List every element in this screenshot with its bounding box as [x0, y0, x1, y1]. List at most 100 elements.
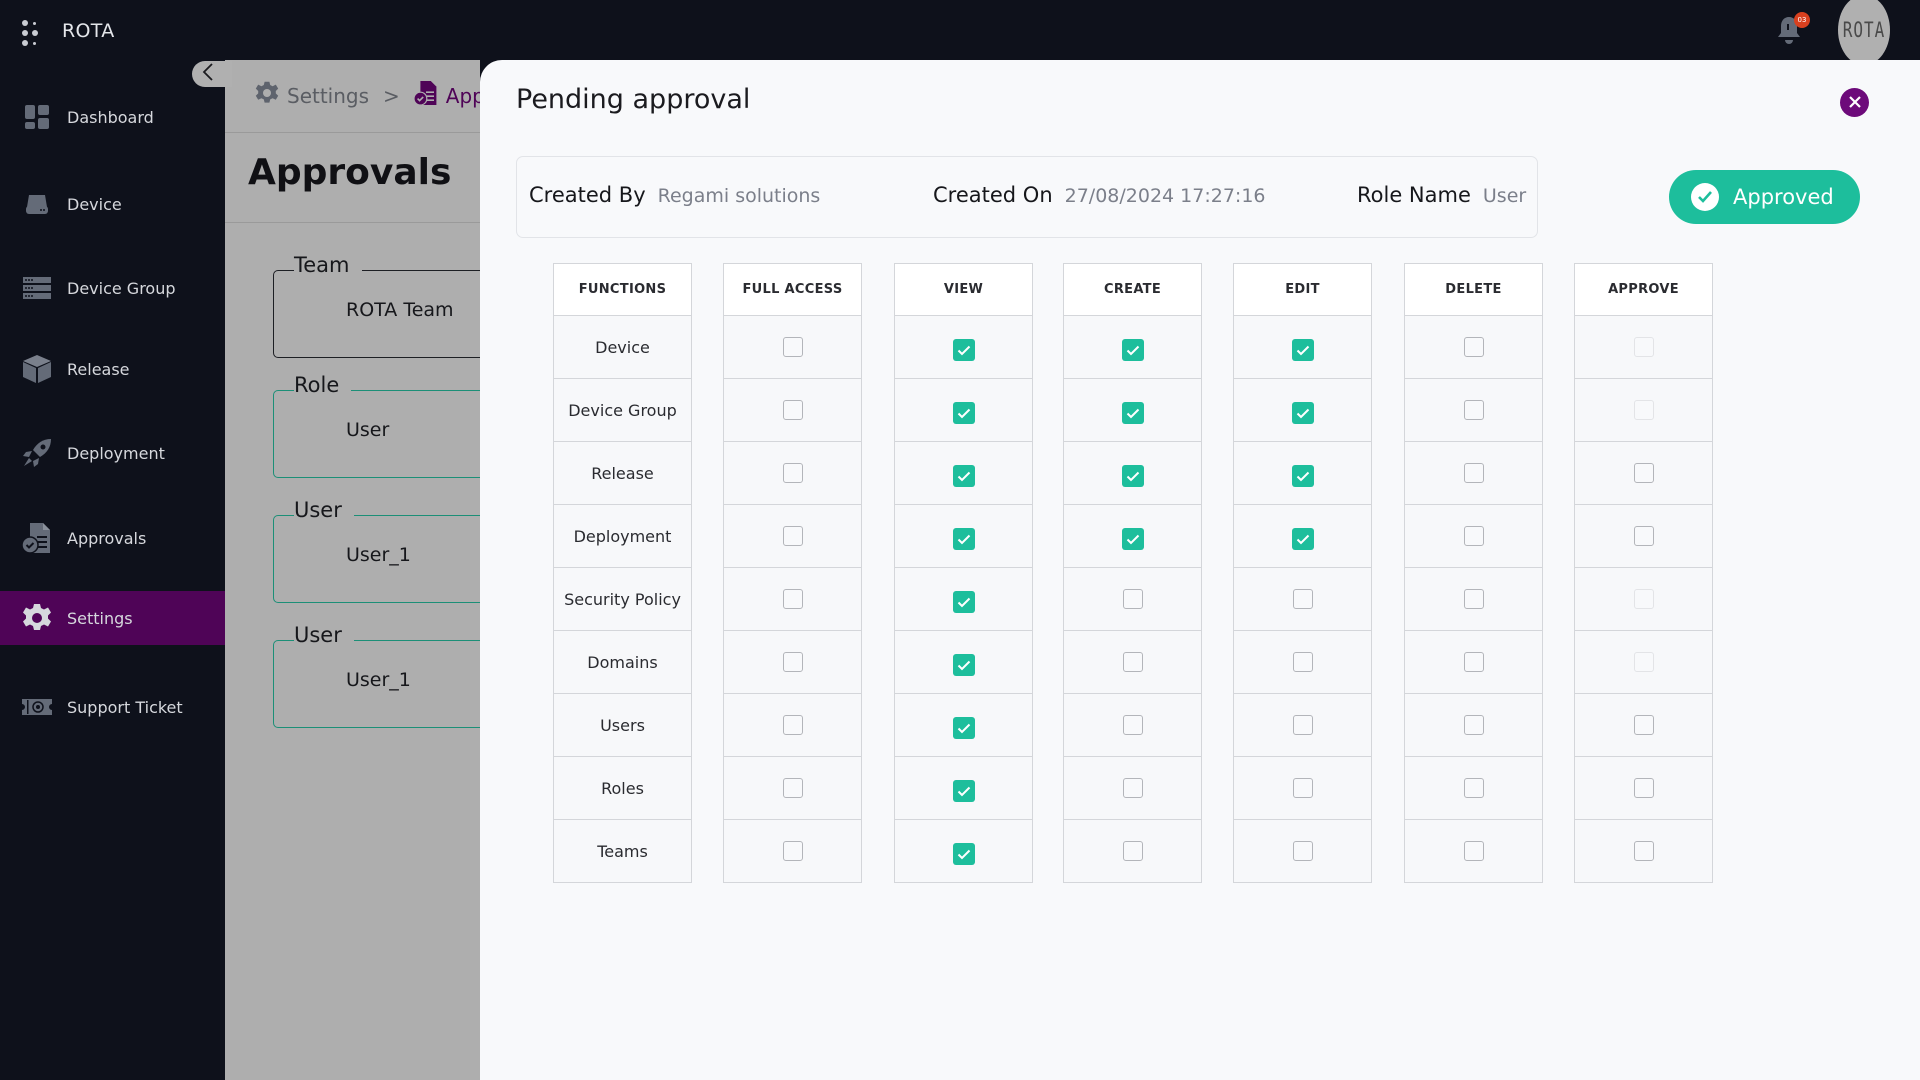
- sidebar-item-release[interactable]: Release: [0, 342, 225, 396]
- approve-checkbox[interactable]: [1633, 778, 1654, 798]
- table-cell: [894, 820, 1033, 883]
- full-access-checkbox[interactable]: [782, 652, 803, 672]
- full-access-checkbox[interactable]: [782, 589, 803, 609]
- view-checkbox[interactable]: [952, 528, 975, 550]
- sidebar-item-support-ticket[interactable]: Support Ticket: [0, 680, 225, 734]
- view-checkbox[interactable]: [952, 843, 975, 865]
- view-checkbox[interactable]: [952, 717, 975, 739]
- role-name-value: User: [1482, 185, 1527, 207]
- approve-checkbox[interactable]: [1633, 463, 1654, 483]
- create-checkbox[interactable]: [1122, 841, 1143, 861]
- table-cell: Teams: [553, 820, 692, 883]
- view-checkbox[interactable]: [952, 465, 975, 487]
- approve-checkbox[interactable]: [1633, 715, 1654, 735]
- breadcrumb-settings[interactable]: Settings: [287, 84, 369, 108]
- approve-checkbox[interactable]: [1633, 526, 1654, 546]
- table-cell: Domains: [553, 631, 692, 694]
- column-functions: FUNCTIONS Device Device Group Release Deploy…: [553, 263, 692, 883]
- delete-checkbox[interactable]: [1463, 778, 1484, 798]
- app-title: ROTA: [62, 20, 115, 42]
- sidebar-collapse-button[interactable]: [192, 61, 232, 87]
- table-cell: Roles: [553, 757, 692, 820]
- user-field: User User_1: [273, 623, 503, 728]
- function-label: Domains: [587, 652, 658, 672]
- function-label: Teams: [597, 841, 648, 861]
- sidebar-item-settings[interactable]: Settings: [0, 591, 225, 645]
- column-header: FUNCTIONS: [553, 263, 692, 316]
- approve-checkbox[interactable]: [1633, 841, 1654, 861]
- table-cell: [1574, 442, 1713, 505]
- view-checkbox[interactable]: [952, 654, 975, 676]
- edit-checkbox[interactable]: [1292, 778, 1313, 798]
- table-cell: [894, 694, 1033, 757]
- view-checkbox[interactable]: [952, 339, 975, 361]
- sidebar-item-approvals[interactable]: Approvals: [0, 511, 225, 565]
- delete-checkbox[interactable]: [1463, 652, 1484, 672]
- approve-checkbox: [1633, 652, 1654, 672]
- edit-checkbox[interactable]: [1291, 465, 1314, 487]
- delete-checkbox[interactable]: [1463, 337, 1484, 357]
- edit-checkbox[interactable]: [1292, 652, 1313, 672]
- create-checkbox[interactable]: [1121, 465, 1144, 487]
- view-checkbox[interactable]: [952, 591, 975, 613]
- full-access-checkbox[interactable]: [782, 463, 803, 483]
- edit-checkbox[interactable]: [1291, 528, 1314, 550]
- sidebar-item-device[interactable]: Device: [0, 177, 225, 231]
- full-access-checkbox[interactable]: [782, 337, 803, 357]
- column-view: VIEW: [894, 263, 1033, 883]
- table-cell: [1233, 442, 1372, 505]
- delete-checkbox[interactable]: [1463, 526, 1484, 546]
- created-on-value: 27/08/2024 17:27:16: [1064, 185, 1266, 207]
- view-checkbox[interactable]: [952, 780, 975, 802]
- create-checkbox[interactable]: [1122, 778, 1143, 798]
- sidebar-item-dashboard[interactable]: Dashboard: [0, 90, 225, 144]
- create-checkbox[interactable]: [1121, 402, 1144, 424]
- table-cell: [723, 820, 862, 883]
- table-cell: [1574, 820, 1713, 883]
- sidebar-item-device-group[interactable]: Device Group: [0, 261, 225, 315]
- create-checkbox[interactable]: [1122, 715, 1143, 735]
- table-cell: [1063, 631, 1202, 694]
- edit-checkbox[interactable]: [1292, 715, 1313, 735]
- full-access-checkbox[interactable]: [782, 715, 803, 735]
- close-button[interactable]: [1840, 88, 1869, 117]
- table-cell: [1574, 631, 1713, 694]
- delete-checkbox[interactable]: [1463, 463, 1484, 483]
- edit-checkbox[interactable]: [1292, 589, 1313, 609]
- app-menu-icon[interactable]: [20, 18, 44, 48]
- delete-checkbox[interactable]: [1463, 400, 1484, 420]
- function-label: Roles: [601, 778, 644, 798]
- edit-checkbox[interactable]: [1291, 339, 1314, 361]
- full-access-checkbox[interactable]: [782, 526, 803, 546]
- create-checkbox[interactable]: [1121, 339, 1144, 361]
- user-avatar[interactable]: ROTA: [1838, 0, 1890, 66]
- delete-checkbox[interactable]: [1463, 715, 1484, 735]
- delete-checkbox[interactable]: [1463, 841, 1484, 861]
- full-access-checkbox[interactable]: [782, 778, 803, 798]
- sidebar-item-deployment[interactable]: Deployment: [0, 426, 225, 480]
- create-checkbox[interactable]: [1122, 652, 1143, 672]
- delete-checkbox[interactable]: [1463, 589, 1484, 609]
- column-delete: DELETE: [1404, 263, 1543, 883]
- table-cell: [1063, 379, 1202, 442]
- close-icon: [1848, 93, 1861, 112]
- table-cell: [1404, 631, 1543, 694]
- create-checkbox[interactable]: [1122, 589, 1143, 609]
- create-checkbox[interactable]: [1121, 528, 1144, 550]
- device-group-icon: [22, 273, 52, 303]
- column-approve: APPROVE: [1574, 263, 1713, 883]
- table-cell: [894, 757, 1033, 820]
- approvals-icon: [22, 523, 52, 554]
- full-access-checkbox[interactable]: [782, 841, 803, 861]
- view-checkbox[interactable]: [952, 402, 975, 424]
- table-cell: [1063, 505, 1202, 568]
- role-name: Role Name User: [1357, 183, 1526, 207]
- top-bar: ROTA 03 ROTA: [0, 0, 1920, 66]
- edit-checkbox[interactable]: [1292, 841, 1313, 861]
- created-on-label: Created On: [933, 183, 1053, 207]
- full-access-checkbox[interactable]: [782, 400, 803, 420]
- function-label: Device Group: [568, 400, 677, 420]
- edit-checkbox[interactable]: [1291, 402, 1314, 424]
- sidebar-item-label: Support Ticket: [67, 697, 183, 717]
- field-value: User_1: [346, 544, 411, 566]
